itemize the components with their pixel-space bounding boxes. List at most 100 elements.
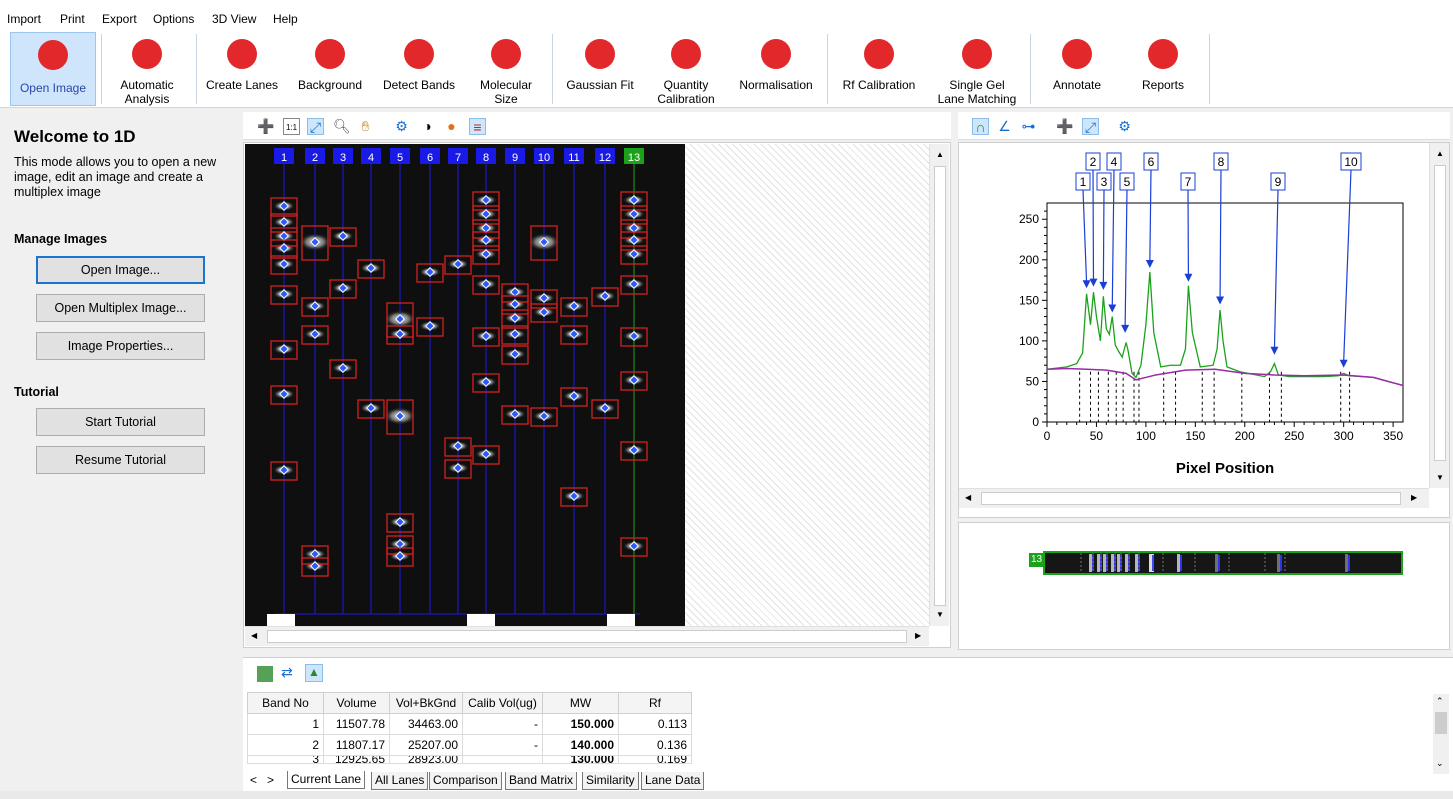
open-multiplex-image-button[interactable]: Open Multiplex Image... <box>36 294 205 322</box>
menu-options[interactable]: Options <box>153 12 194 26</box>
profile-vertical-scroll-thumb[interactable] <box>1434 165 1446 461</box>
export-table-icon[interactable] <box>257 666 273 682</box>
ribbon-normalisation[interactable]: Normalisation <box>730 32 822 106</box>
cell-vol-bkgnd[interactable]: 25207.00 <box>389 734 463 756</box>
axis-icon[interactable]: ∠ <box>996 118 1013 135</box>
table-vertical-scrollbar[interactable]: ⌃ ⌄ <box>1433 694 1449 774</box>
ribbon-quantity-calibration[interactable]: Quantity Calibration <box>646 32 726 106</box>
actual-size-icon[interactable]: 1:1 <box>283 118 300 135</box>
table-row[interactable]: 3 12925.65 28923.00 130.000 0.169 <box>247 755 692 764</box>
start-tutorial-button[interactable]: Start Tutorial <box>36 408 205 436</box>
scroll-up-arrow-icon[interactable]: ▲ <box>936 150 944 159</box>
cell-rf[interactable]: 0.113 <box>618 713 692 735</box>
ribbon-automatic-analysis[interactable]: Automatic Analysis <box>104 32 190 106</box>
menu-help[interactable]: Help <box>273 12 298 26</box>
table-row[interactable]: 2 11807.17 25207.00 - 140.000 0.136 <box>247 734 692 756</box>
cell-calib-vol[interactable]: - <box>462 734 543 756</box>
profile-scroll-up-icon[interactable]: ▲ <box>1436 149 1444 158</box>
col-calib-vol[interactable]: Calib Vol(ug) <box>462 692 543 714</box>
lane-handle[interactable] <box>607 614 635 626</box>
contrast-icon[interactable]: ◑ <box>419 118 436 135</box>
cell-vol-bkgnd[interactable]: 34463.00 <box>389 713 463 735</box>
copy-table-icon[interactable]: ⇄ <box>281 664 293 681</box>
profile-scroll-down-icon[interactable]: ▼ <box>1436 473 1444 482</box>
profile-settings-icon[interactable]: ⚙ <box>1116 118 1133 135</box>
cell-volume[interactable]: 12925.65 <box>323 755 390 764</box>
show-peaks-icon[interactable]: ▲ <box>305 664 323 682</box>
tab-similarity[interactable]: Similarity <box>582 772 639 790</box>
zoom-in-icon[interactable]: ➕ <box>257 118 274 135</box>
tree-icon[interactable]: ⊶ <box>1020 118 1037 135</box>
cell-band-no[interactable]: 1 <box>247 713 324 735</box>
profile-scroll-left-icon[interactable]: ◀ <box>965 493 971 502</box>
profile-scroll-right-icon[interactable]: ▶ <box>1411 493 1417 502</box>
table-row[interactable]: 1 11507.78 34463.00 - 150.000 0.113 <box>247 713 692 735</box>
ribbon-gaussian-fit[interactable]: Gaussian Fit <box>556 32 644 106</box>
tab-comparison[interactable]: Comparison <box>429 772 502 790</box>
profile-vertical-scrollbar[interactable]: ▲ ▼ <box>1429 143 1449 488</box>
cell-mw[interactable]: 150.000 <box>542 713 619 735</box>
cell-volume[interactable]: 11507.78 <box>323 713 390 735</box>
col-volume[interactable]: Volume <box>323 692 390 714</box>
col-vol-bkgnd[interactable]: Vol+BkGnd <box>389 692 463 714</box>
gel-vertical-scrollbar[interactable]: ▲ ▼ <box>929 144 949 626</box>
lane-profile-chart[interactable]: 0 50 100 150 200 250 300 350 0 50 100 150 200 250 123… <box>959 143 1429 488</box>
fit-to-window-icon[interactable]: ⤢ <box>307 118 324 135</box>
ribbon-annotate[interactable]: Annotate <box>1036 32 1118 106</box>
profile-horizontal-scroll-thumb[interactable] <box>981 492 1401 505</box>
ribbon-rf-calibration[interactable]: Rf Calibration <box>832 32 926 106</box>
menu-import[interactable]: Import <box>7 12 41 26</box>
gel-image[interactable]: 1 2 3 4 5 6 7 8 9 10 11 12 13 <box>245 144 685 626</box>
settings-gear-icon[interactable]: ⚙ <box>393 118 410 135</box>
pan-hand-icon[interactable]: ✋︎ <box>357 118 374 135</box>
col-rf[interactable]: Rf <box>618 692 692 714</box>
scroll-down-arrow-icon[interactable]: ▼ <box>936 610 944 619</box>
scroll-right-arrow-icon[interactable]: ▶ <box>915 631 921 640</box>
tab-prev-button[interactable]: < <box>250 773 257 787</box>
ribbon-open-image[interactable]: Open Image <box>10 32 96 106</box>
cell-rf[interactable]: 0.169 <box>618 755 692 764</box>
color-palette-icon[interactable]: ● <box>443 118 460 135</box>
menu-print[interactable]: Print <box>60 12 85 26</box>
gel-horizontal-scrollbar[interactable]: ◀ ▶ <box>245 626 929 646</box>
cell-band-no[interactable]: 2 <box>247 734 324 756</box>
lane-handle[interactable] <box>267 614 295 626</box>
lane-handle[interactable] <box>467 614 495 626</box>
open-image-button[interactable]: Open Image... <box>36 256 205 284</box>
image-properties-button[interactable]: Image Properties... <box>36 332 205 360</box>
table-scroll-up-icon[interactable]: ⌃ <box>1436 696 1444 707</box>
table-scroll-down-icon[interactable]: ⌄ <box>1436 758 1444 769</box>
ribbon-detect-bands[interactable]: Detect Bands <box>376 32 462 106</box>
cell-calib-vol[interactable]: - <box>462 713 543 735</box>
tab-lane-data[interactable]: Lane Data <box>641 772 705 790</box>
ribbon-single-gel-lane-matching[interactable]: Single Gel Lane Matching <box>928 32 1026 106</box>
col-band-no[interactable]: Band No <box>247 692 324 714</box>
peak-detect-icon[interactable]: ∩ <box>972 118 989 135</box>
cell-mw[interactable]: 140.000 <box>542 734 619 756</box>
tab-all-lanes[interactable]: All Lanes <box>371 772 429 790</box>
menu-3d-view[interactable]: 3D View <box>212 12 256 26</box>
cell-vol-bkgnd[interactable]: 28923.00 <box>389 755 463 764</box>
profile-fit-icon[interactable]: ⤢ <box>1082 118 1099 135</box>
cell-rf[interactable]: 0.136 <box>618 734 692 756</box>
ribbon-reports[interactable]: Reports <box>1122 32 1204 106</box>
gel-horizontal-scroll-thumb[interactable] <box>267 630 907 643</box>
tab-next-button[interactable]: > <box>267 773 274 787</box>
cell-band-no[interactable]: 3 <box>247 755 324 764</box>
profile-horizontal-scrollbar[interactable]: ◀ ▶ <box>959 488 1429 508</box>
ribbon-molecular-size[interactable]: Molecular Size <box>466 32 546 106</box>
lane-overlay-icon[interactable]: ≡ <box>469 118 486 135</box>
gel-image-canvas[interactable]: 1 2 3 4 5 6 7 8 9 10 11 12 13 <box>245 144 685 626</box>
resume-tutorial-button[interactable]: Resume Tutorial <box>36 446 205 474</box>
magnifier-icon[interactable]: 🔍︎ <box>333 118 351 135</box>
scroll-left-arrow-icon[interactable]: ◀ <box>251 631 257 640</box>
cell-mw[interactable]: 130.000 <box>542 755 619 764</box>
ribbon-background[interactable]: Background <box>288 32 372 106</box>
tab-current-lane[interactable]: Current Lane <box>287 771 366 789</box>
menu-export[interactable]: Export <box>102 12 137 26</box>
cell-volume[interactable]: 11807.17 <box>323 734 390 756</box>
table-scroll-thumb[interactable] <box>1435 712 1447 734</box>
col-mw[interactable]: MW <box>542 692 619 714</box>
profile-zoom-in-icon[interactable]: ➕ <box>1056 118 1073 135</box>
tab-band-matrix[interactable]: Band Matrix <box>505 772 578 790</box>
